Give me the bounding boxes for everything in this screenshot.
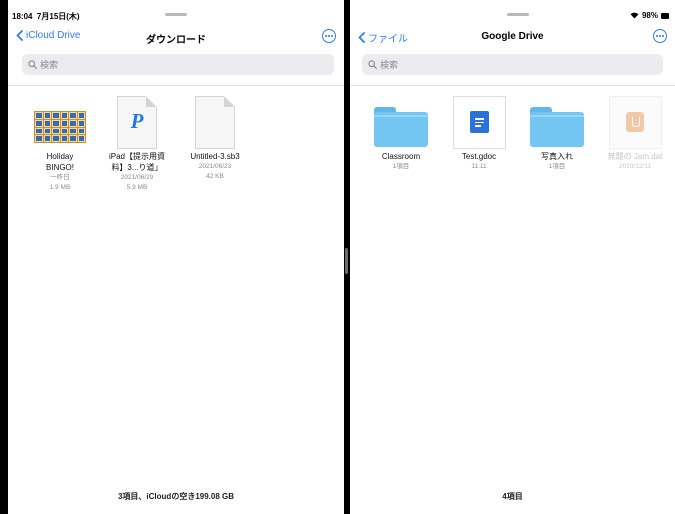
file-item-test-gdoc[interactable]: Test.gdoc 11:11 [442,94,516,172]
file-item-holiday-bingo[interactable]: Holiday BINGO! 一昨日 1.9 MB [23,94,97,192]
file-date: 2021/06/29 [120,174,154,181]
blank-document-icon [195,95,235,149]
back-button[interactable]: iCloud Drive [16,30,80,41]
chevron-left-icon [16,30,23,41]
battery-icon [661,12,669,19]
file-item-untitled-sb3[interactable]: Untitled-3.sb3 2021/06/23 42 KB [178,94,252,181]
file-size: 5.9 MB [126,183,148,191]
file-name: 料】3...り道」 [111,163,163,172]
back-button-label: ファイル [368,34,408,45]
file-date: 2021/06/23 [198,163,232,170]
status-date: 7月15日(木) [36,12,80,21]
file-name: 写真入れ [541,152,573,161]
navigation-bar: ファイル Google Drive [350,26,675,48]
left-split-pane: 18:04 7月15日(木) iCloud Drive ダウンロード 検索 Ho… [8,0,344,514]
search-input[interactable] [380,59,646,70]
navigation-bar: iCloud Drive ダウンロード [8,26,344,48]
divider [8,85,344,86]
back-button[interactable]: ファイル [358,30,408,45]
file-meta: 11:11 [471,163,487,170]
file-name: Test.gdoc [461,152,497,161]
ellipsis-icon [324,35,327,37]
file-name: 無題の Jam.dat [607,152,663,161]
folder-icon [374,107,428,147]
bingo-card-thumbnail [34,111,86,143]
file-item-classroom[interactable]: Classroom 1項目 [364,94,438,172]
file-name: Classroom [381,152,421,161]
status-time: 18:04 [12,12,33,21]
multitasking-grabber[interactable] [507,13,529,16]
search-icon [28,60,37,69]
back-button-label: iCloud Drive [26,30,81,41]
file-item-photo-folder[interactable]: 写真入れ 1項目 [520,94,594,172]
more-options-button[interactable] [322,29,336,43]
file-meta: 1項目 [392,163,410,170]
file-name: iPad【提示用資 [108,152,165,161]
search-bar[interactable] [362,54,663,75]
file-name: Untitled-3.sb3 [190,152,240,161]
pages-document-icon: P [117,95,157,149]
file-size: 42 KB [206,172,224,180]
right-split-pane: 98% ファイル Google Drive Classroom 1項目 [350,0,675,514]
file-name: BINGO! [45,163,74,172]
ellipsis-icon [655,35,658,37]
search-input[interactable] [40,59,316,70]
divider [350,85,675,86]
storage-summary: 3項目、iCloudの空き199.08 GB [117,492,235,501]
more-options-button[interactable] [653,29,667,43]
multitasking-grabber[interactable] [165,13,187,16]
folder-icon [530,107,584,147]
jamboard-icon [608,95,662,149]
search-bar[interactable] [22,54,334,75]
battery-percentage: 98% [641,11,658,20]
file-meta: 2020/12/11 [618,163,652,170]
file-item-ipad-doc[interactable]: P iPad【提示用資 料】3...り道」 2021/06/29 5.9 MB [100,94,174,192]
split-view-divider-handle[interactable] [345,248,348,274]
file-name: Holiday [46,152,74,161]
wifi-icon [630,12,639,19]
file-item-jam-dat[interactable]: 無題の Jam.dat 2020/12/11 [598,94,672,172]
file-date: 一昨日 [50,174,70,181]
item-count: 4項目 [502,492,523,501]
file-size: 1.9 MB [49,183,71,191]
google-docs-icon [452,95,506,149]
chevron-left-icon [358,32,365,43]
file-meta: 1項目 [548,163,566,170]
search-icon [368,60,377,69]
